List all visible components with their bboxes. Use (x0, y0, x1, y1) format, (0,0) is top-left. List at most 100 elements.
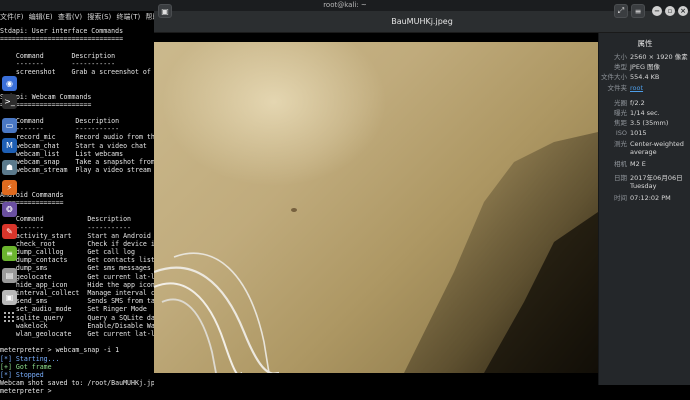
property-value: 2560 × 1920 像素 (630, 53, 688, 61)
maximize-button[interactable]: ▫ (665, 6, 675, 16)
property-label: 类型 (614, 63, 627, 71)
metasploit-icon: M (6, 141, 13, 150)
terminal-line: send_sms Sends SMS from ta (0, 297, 154, 306)
terminal-line: geolocate Get current lat-l (0, 272, 154, 281)
terminal-line: ------- ----------- (0, 223, 132, 232)
dock-item-faraday[interactable]: ✎ (2, 224, 17, 239)
image-canvas[interactable] (154, 33, 598, 388)
menu-button[interactable]: ≡ (631, 4, 645, 18)
dock-item-metasploit[interactable]: M (2, 138, 17, 153)
dock-item-recordmydesktop[interactable]: ▣ (2, 290, 17, 305)
property-label: ISO (615, 129, 627, 137)
terminal-line: webcam_snap Take a snapshot from (0, 158, 154, 166)
maximize-icon: ▫ (667, 7, 673, 15)
minimize-icon: − (654, 7, 660, 15)
property-value: JPEG 图像 (630, 63, 661, 71)
image-viewer-headerbar (154, 11, 690, 33)
terminal-output[interactable]: Stdapi: User interface Commands =========… (0, 27, 154, 395)
leafpad-icon: ≡ (6, 249, 13, 258)
close-button[interactable]: × (678, 6, 688, 16)
menu-view[interactable]: 查看(V) (58, 11, 82, 24)
dock-item-leafpad[interactable]: ≡ (2, 246, 17, 261)
terminal-icon: >_ (4, 97, 15, 106)
property-value: f/2.2 (630, 99, 645, 107)
dock-item-browser[interactable]: ◉ (2, 76, 17, 91)
fullscreen-button[interactable]: ⤢ (614, 4, 628, 18)
webcam-photo (154, 42, 598, 373)
dock-item-armitage[interactable]: ☗ (2, 160, 17, 175)
property-value: 3.5 (35mm) (630, 119, 669, 127)
dock-item-beef[interactable]: ❂ (2, 202, 17, 217)
property-label: 时间 (614, 194, 627, 202)
terminal-line: check_root Check if device i (0, 239, 154, 248)
gallery-button[interactable]: ▣ (158, 4, 172, 18)
menu-search[interactable]: 搜索(S) (87, 11, 111, 24)
terminal-line: ======================= (0, 100, 92, 109)
terminal-line: Android Commands (0, 190, 64, 199)
property-label: 文件大小 (601, 73, 627, 81)
terminal-line: Stdapi: User interface Commands (0, 27, 124, 35)
dock-item-files[interactable]: ▭ (2, 118, 17, 133)
terminal-line: interval_collect Manage interval c (0, 289, 154, 297)
terminal-line: screenshot Grab a screenshot of (0, 67, 151, 76)
close-icon: × (680, 7, 686, 15)
property-value: 1015 (630, 129, 647, 137)
terminal-line: Webcam shot saved to: /root/BauMUHKj.jpe… (0, 379, 154, 388)
dock-item-burpsuite[interactable]: ⚡ (2, 180, 17, 195)
terminal-line: set_audio_mode Set Ringer Mode (0, 305, 147, 314)
terminal-line: dump_calllog Get call log (0, 248, 135, 257)
terminal-line: dump_sms Get sms messages (0, 264, 151, 273)
fullscreen-icon: ⤢ (617, 6, 625, 15)
terminal-line: meterpreter > webcam_snap -i 1 (0, 346, 120, 355)
minimize-button[interactable]: − (652, 6, 662, 16)
dock-item-terminal[interactable]: >_ (2, 94, 17, 109)
properties-title: 属性 (637, 39, 653, 48)
dock-item-cutycapt[interactable]: ▤ (2, 268, 17, 283)
armitage-icon: ☗ (5, 163, 14, 172)
cutycapt-icon: ▤ (5, 271, 14, 280)
property-label: 曝光 (614, 109, 627, 117)
terminal-line: dump_contacts Get contacts list (0, 256, 154, 265)
terminal-line: sqlite_query Query a SQLite da (0, 313, 154, 322)
terminal-line: Stdapi: Webcam Commands (0, 92, 92, 101)
terminal-window[interactable]: 文件(F) 编辑(E) 查看(V) 搜索(S) 终端(T) 帮助(H) Stda… (0, 11, 154, 400)
property-label: 光圈 (614, 99, 627, 107)
terminal-line: ------- ----------- (0, 59, 116, 68)
property-value: 07:12:02 PM (630, 194, 671, 202)
faraday-icon: ✎ (6, 227, 13, 236)
browser-icon: ◉ (6, 79, 13, 88)
terminal-line: wlan_geolocate Get current lat-l (0, 329, 154, 338)
gallery-icon: ▣ (161, 6, 169, 16)
terminal-line: activity_start Start an Android (0, 231, 151, 240)
menu-edit[interactable]: 编辑(E) (29, 11, 53, 24)
show-applications-icon[interactable] (4, 312, 15, 323)
menu-help[interactable]: 帮助(H) (145, 11, 154, 24)
top-panel-title: root@kali: ~ (323, 1, 367, 9)
files-icon: ▭ (5, 121, 14, 130)
property-value: 554.4 KB (630, 73, 660, 81)
terminal-line: meterpreter > (0, 387, 56, 396)
terminal-line: [*] Stopped (0, 370, 44, 379)
property-label: 文件夹 (607, 84, 628, 92)
terminal-line: [+] Got frame (0, 362, 52, 371)
menu-terminal[interactable]: 终端(T) (117, 11, 141, 24)
property-label: 日期 (614, 174, 627, 182)
terminal-line: webcam_stream Play a video stream (0, 166, 151, 175)
hamburger-menu-icon: ≡ (634, 6, 642, 16)
terminal-line: webcam_chat Start a video chat (0, 141, 147, 150)
terminal-line: Command Description (0, 117, 120, 126)
terminal-line: Command Description (0, 215, 132, 224)
burpsuite-icon: ⚡ (6, 183, 13, 192)
property-label: 相机 (614, 160, 627, 168)
menu-file[interactable]: 文件(F) (0, 11, 24, 24)
property-value: Center-weighted average (630, 140, 684, 156)
terminal-line: hide_app_icon Hide the app icon (0, 280, 154, 289)
folder-link[interactable]: root (630, 84, 690, 92)
recordmydesktop-icon: ▣ (5, 293, 14, 302)
